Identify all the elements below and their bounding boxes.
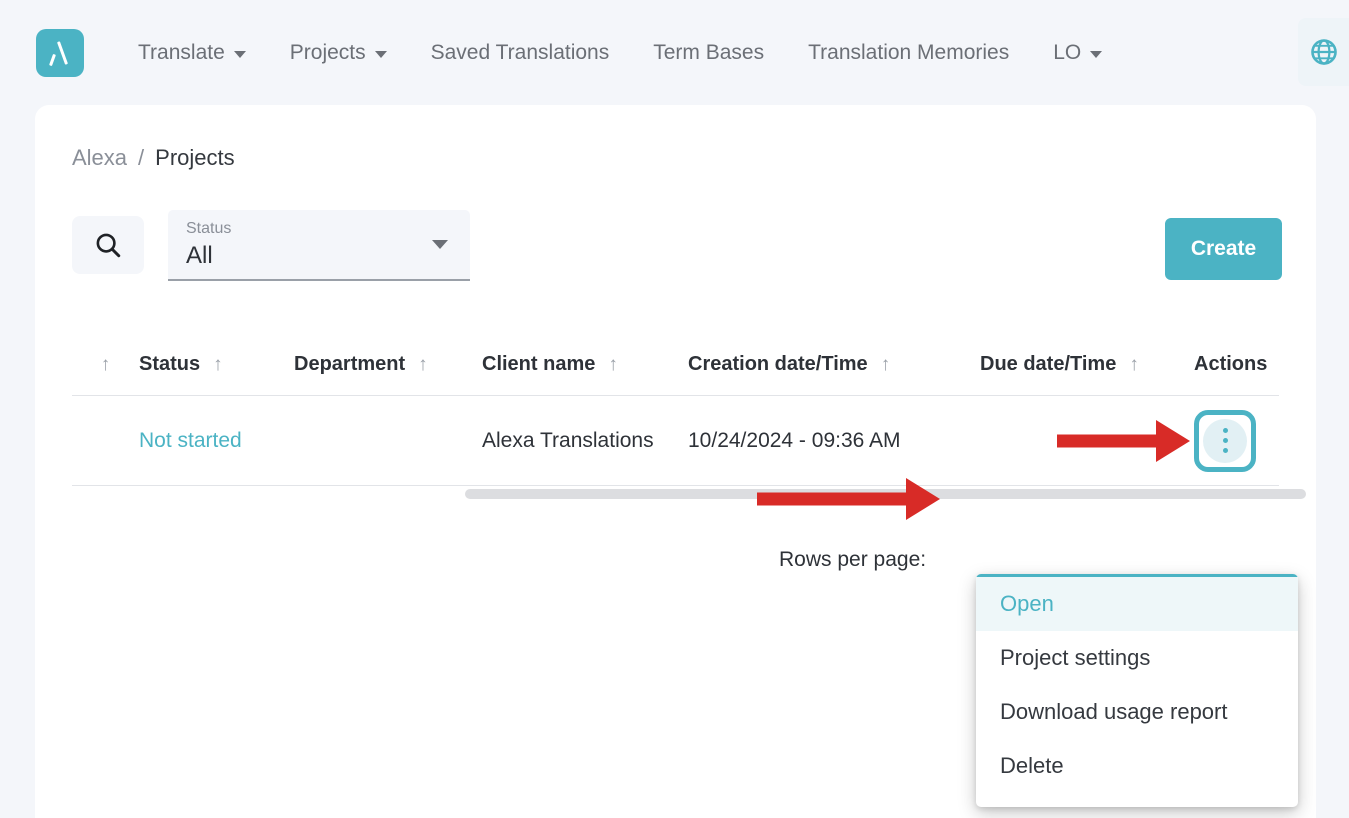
chevron-down-icon <box>1090 50 1103 58</box>
column-header-label: Creation date/Time <box>688 352 868 375</box>
sort-ascending-icon: ↑ <box>1129 353 1139 375</box>
create-button[interactable]: Create <box>1165 218 1282 280</box>
sort-ascending-icon: ↑ <box>418 353 428 375</box>
logo-stroke-left <box>49 53 56 66</box>
arrow-shaft <box>1057 434 1158 448</box>
lambda-logo-icon[interactable] <box>36 28 84 77</box>
nav-item-label: Translate <box>138 40 225 64</box>
nav-item-translate[interactable]: Translate <box>116 35 268 71</box>
menu-item-project-settings[interactable]: Project settings <box>976 631 1298 685</box>
column-header-creation-date[interactable]: Creation date/Time ↑ <box>688 353 980 376</box>
nav-item-projects[interactable]: Projects <box>268 35 409 71</box>
breadcrumb-separator: / <box>138 145 145 170</box>
sort-ascending-icon: ↑ <box>608 353 618 375</box>
search-button[interactable] <box>72 216 144 274</box>
sort-ascending-icon: ↑ <box>880 353 891 375</box>
status-badge[interactable]: Not started <box>139 429 294 453</box>
nav-item-saved-translations[interactable]: Saved Translations <box>409 35 632 71</box>
column-header-due-date[interactable]: Due date/Time ↑ <box>980 353 1194 376</box>
status-filter-label: Status <box>186 220 232 237</box>
column-header-label: Due date/Time <box>980 352 1117 375</box>
three-dots-vertical-icon <box>1222 428 1228 453</box>
column-header-label: Department <box>294 352 406 375</box>
row-actions-menu-button[interactable] <box>1194 409 1256 472</box>
column-header-client-name[interactable]: Client name ↑ <box>482 353 688 376</box>
status-filter-select[interactable]: Status All <box>168 210 470 281</box>
column-header-label: Status <box>139 352 201 375</box>
column-header-select[interactable]: ↑ <box>72 355 139 374</box>
column-header-department[interactable]: Department ↑ <box>294 353 482 376</box>
column-header-status[interactable]: Status ↑ <box>139 353 294 376</box>
row-actions-context-menu: Open Project settings Download usage rep… <box>976 574 1298 807</box>
globe-icon <box>1310 39 1337 65</box>
column-header-label: Actions <box>1194 352 1268 375</box>
nav-item-user-menu[interactable]: LO <box>1031 35 1124 71</box>
rows-per-page-label: Rows per page: <box>779 548 927 571</box>
chevron-down-icon <box>374 50 387 58</box>
status-filter-value: All <box>186 242 213 269</box>
breadcrumb-item-projects: Projects <box>155 145 235 170</box>
menu-item-open[interactable]: Open <box>976 574 1298 631</box>
logo-stroke-right <box>56 40 69 65</box>
arrow-head <box>1156 420 1190 462</box>
breadcrumb: Alexa / Projects <box>72 145 235 171</box>
search-icon <box>96 233 121 258</box>
projects-table: ↑ Status ↑ Department ↑ Client name ↑ Cr… <box>72 333 1279 486</box>
nav-item-label: Term Bases <box>653 40 765 64</box>
chevron-down-icon <box>432 240 448 249</box>
arrow-head <box>906 478 940 520</box>
table-header-row: ↑ Status ↑ Department ↑ Client name ↑ Cr… <box>72 333 1279 396</box>
annotation-arrow-to-open-menu-item <box>757 478 942 520</box>
nav-item-translation-memories[interactable]: Translation Memories <box>786 35 1031 71</box>
menu-item-delete[interactable]: Delete <box>976 739 1298 793</box>
top-navigation-bar: Translate Projects Saved Translations Te… <box>0 0 1349 105</box>
cell-client-name: Alexa Translations <box>482 428 654 452</box>
sort-ascending-icon: ↑ <box>100 353 111 375</box>
table-horizontal-scrollbar[interactable] <box>72 488 1306 500</box>
nav-item-term-bases[interactable]: Term Bases <box>631 35 786 71</box>
nav-item-label: Projects <box>289 40 366 64</box>
chevron-down-icon <box>233 50 246 58</box>
nav-item-label: Translation Memories <box>808 40 1010 64</box>
nav-item-list: Translate Projects Saved Translations Te… <box>116 35 1124 71</box>
breadcrumb-item-alexa[interactable]: Alexa <box>72 145 127 171</box>
language-switcher-button[interactable] <box>1298 18 1349 86</box>
cell-actions <box>1194 409 1279 472</box>
column-header-label: Client name <box>482 352 596 375</box>
menu-item-download-usage-report[interactable]: Download usage report <box>976 685 1298 739</box>
annotation-arrow-to-actions-button <box>1057 420 1192 462</box>
nav-item-label: LO <box>1053 40 1082 64</box>
arrow-shaft <box>757 492 908 506</box>
cell-creation-datetime: 10/24/2024 - 09:36 AM <box>688 428 901 452</box>
nav-item-label: Saved Translations <box>430 40 610 64</box>
sort-ascending-icon: ↑ <box>213 353 223 375</box>
column-header-actions: Actions <box>1194 353 1279 376</box>
